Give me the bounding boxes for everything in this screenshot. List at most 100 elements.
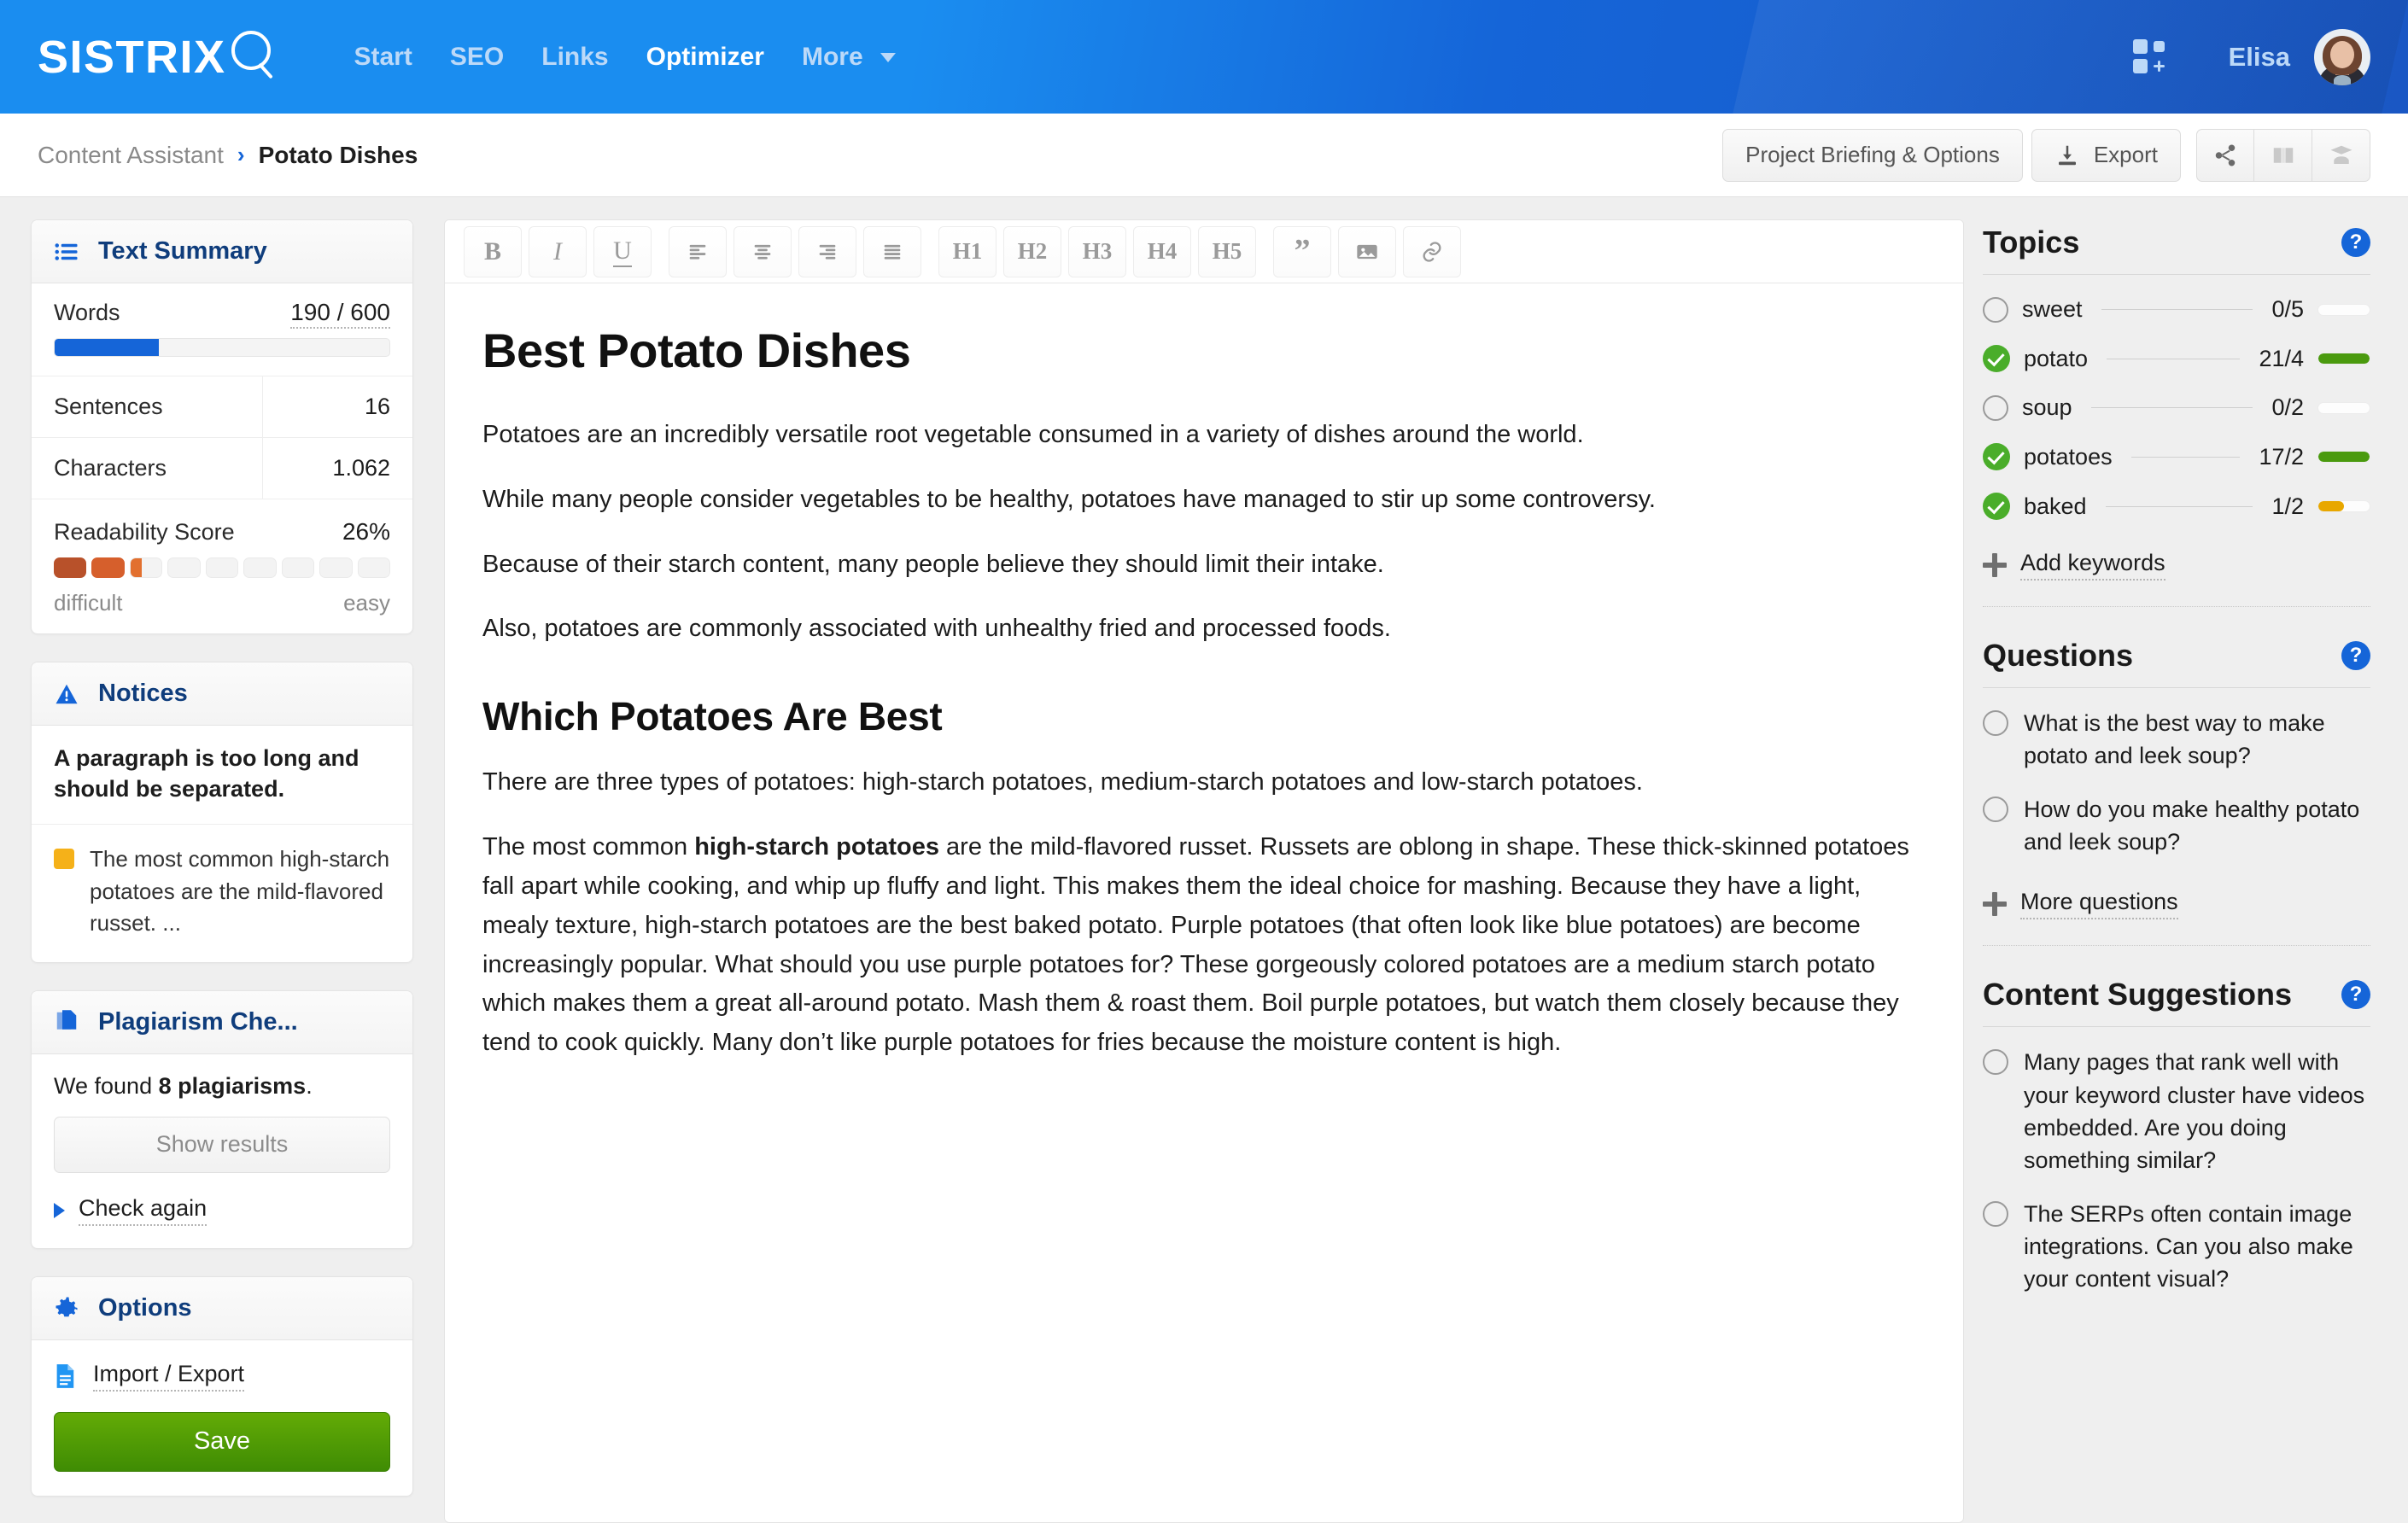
radio-circle-icon[interactable] [1983,710,2008,736]
content-suggestion-item[interactable]: Many pages that rank well with your keyw… [1983,1037,2370,1188]
topic-leader-line [2101,309,2253,310]
check-again-button[interactable]: Check again [32,1173,412,1248]
heading-3-button[interactable]: H3 [1068,225,1126,277]
blockquote-icon[interactable]: ” [1273,225,1331,277]
gear-icon [54,1295,79,1321]
topic-count: 17/2 [2259,443,2304,470]
align-justify-icon[interactable] [863,225,921,277]
chevron-down-icon [880,53,897,63]
words-row: Words 190 / 600 [32,283,412,333]
help-question-icon[interactable]: ? [2341,980,2370,1010]
breadcrumb-parent[interactable]: Content Assistant [38,142,224,169]
check-circle-icon[interactable] [1983,493,2010,520]
avatar[interactable] [2314,28,2370,85]
topic-row[interactable]: potatoes 17/2 [1983,432,2370,481]
radio-circle-icon[interactable] [1983,1049,2008,1076]
section-divider-1 [1983,606,2370,607]
readability-value: 26% [342,518,390,545]
sentences-row: Sentences 16 [32,376,412,437]
radio-circle-icon[interactable] [1983,796,2008,822]
heading-5-button[interactable]: H5 [1198,225,1256,277]
radio-circle-icon[interactable] [1983,1200,2008,1227]
paragraph-6-before: The most common [482,833,695,861]
check-again-label: Check again [79,1195,207,1226]
underline-icon[interactable]: U [593,225,652,277]
topic-label: sweet [2022,296,2083,322]
show-results-button[interactable]: Show results [54,1116,390,1173]
readability-segment [319,557,353,578]
nav-item-more[interactable]: More [783,43,915,72]
top-navigation-bar: SISTRIX Start SEO Links Optimizer More E… [0,0,2408,114]
topic-progress-bar [2317,303,2370,316]
link-icon[interactable] [1403,225,1461,277]
add-keywords-button[interactable]: Add keywords [1983,531,2370,584]
user-name-label[interactable]: Elisa [2229,42,2290,73]
plagiarism-title: Plagiarism Che... [98,1007,298,1036]
project-briefing-options-button[interactable]: Project Briefing & Options [1722,128,2023,182]
plus-icon [1983,892,2007,917]
editor-content[interactable]: Best Potato Dishes Potatoes are an incre… [445,283,1963,1088]
radio-circle-icon[interactable] [1983,394,2008,421]
help-question-icon[interactable]: ? [2341,228,2370,257]
apps-grid-add-icon[interactable] [2132,38,2169,75]
topics-section: Topics ? sweet 0/5 potato 21/4 soup 0/2 potato… [1983,219,2370,584]
book-icon[interactable] [2254,128,2312,182]
topic-progress-bar [2317,353,2370,365]
question-item[interactable]: How do you make healthy potato and leek … [1983,785,2370,871]
notice-item[interactable]: The most common high-starch potatoes are… [32,823,412,962]
readability-label: Readability Score [54,519,235,545]
question-item[interactable]: What is the best way to make potato and … [1983,698,2370,785]
readability-segment [91,557,125,578]
topics-title: Topics [1983,225,2080,260]
notices-title: Notices [98,680,188,707]
plagiarism-found-suffix: . [306,1072,313,1099]
bold-icon[interactable]: B [464,225,522,277]
questions-header: Questions ? [1983,633,2370,687]
nav-item-links[interactable]: Links [523,43,627,72]
topic-label: potato [2024,345,2089,371]
image-icon[interactable] [1338,225,1396,277]
notice-item-text: The most common high-starch potatoes are… [90,845,390,937]
help-question-icon[interactable]: ? [2341,641,2370,670]
heading-2-button[interactable]: H2 [1003,225,1061,277]
topic-row[interactable]: baked 1/2 [1983,481,2370,531]
content-suggestion-item[interactable]: The SERPs often contain image integratio… [1983,1189,2370,1308]
topic-count: 21/4 [2259,345,2304,371]
topic-leader-line [2130,456,2241,458]
content-suggestion-text: Many pages that rank well with your keyw… [2024,1049,2365,1174]
editor-toolbar: B I U H1 H2 H3 H4 H5 ” [445,220,1963,283]
academy-icon[interactable] [2312,128,2370,182]
topic-count: 1/2 [2271,493,2304,519]
align-right-icon[interactable] [798,225,856,277]
topics-list: sweet 0/5 potato 21/4 soup 0/2 potatoes 17/2 bak… [1983,285,2370,531]
heading-1-button[interactable]: H1 [938,225,997,277]
italic-icon[interactable]: I [529,225,587,277]
align-center-icon[interactable] [734,225,792,277]
export-button[interactable]: Export [2031,128,2181,182]
import-export-button[interactable]: Import / Export [32,1340,412,1409]
topic-row[interactable]: potato 21/4 [1983,334,2370,383]
align-left-icon[interactable] [669,225,727,277]
nav-item-start[interactable]: Start [336,43,431,72]
options-header: Options [32,1276,412,1340]
sistrix-logo[interactable]: SISTRIX [38,30,283,84]
logo-text: SISTRIX [38,31,226,83]
save-button[interactable]: Save [54,1411,390,1472]
check-circle-icon[interactable] [1983,345,2010,372]
more-questions-button[interactable]: More questions [1983,870,2370,923]
options-panel: Options Import / Export Save [31,1275,413,1497]
breadcrumb-actions: Project Briefing & Options Export [1722,128,2370,182]
nav-item-seo[interactable]: SEO [431,43,523,72]
nav-item-optimizer[interactable]: Optimizer [628,43,783,72]
topic-row[interactable]: sweet 0/5 [1983,285,2370,334]
characters-value: 1.062 [332,455,390,481]
share-icon[interactable] [2196,128,2254,182]
options-title: Options [98,1293,192,1322]
topics-header: Topics ? [1983,219,2370,274]
readability-row: Readability Score 26% [32,499,412,552]
radio-circle-icon[interactable] [1983,296,2008,323]
topic-row[interactable]: soup 0/2 [1983,383,2370,432]
check-circle-icon[interactable] [1983,443,2010,470]
sentences-label: Sentences [32,376,263,437]
heading-4-button[interactable]: H4 [1133,225,1191,277]
